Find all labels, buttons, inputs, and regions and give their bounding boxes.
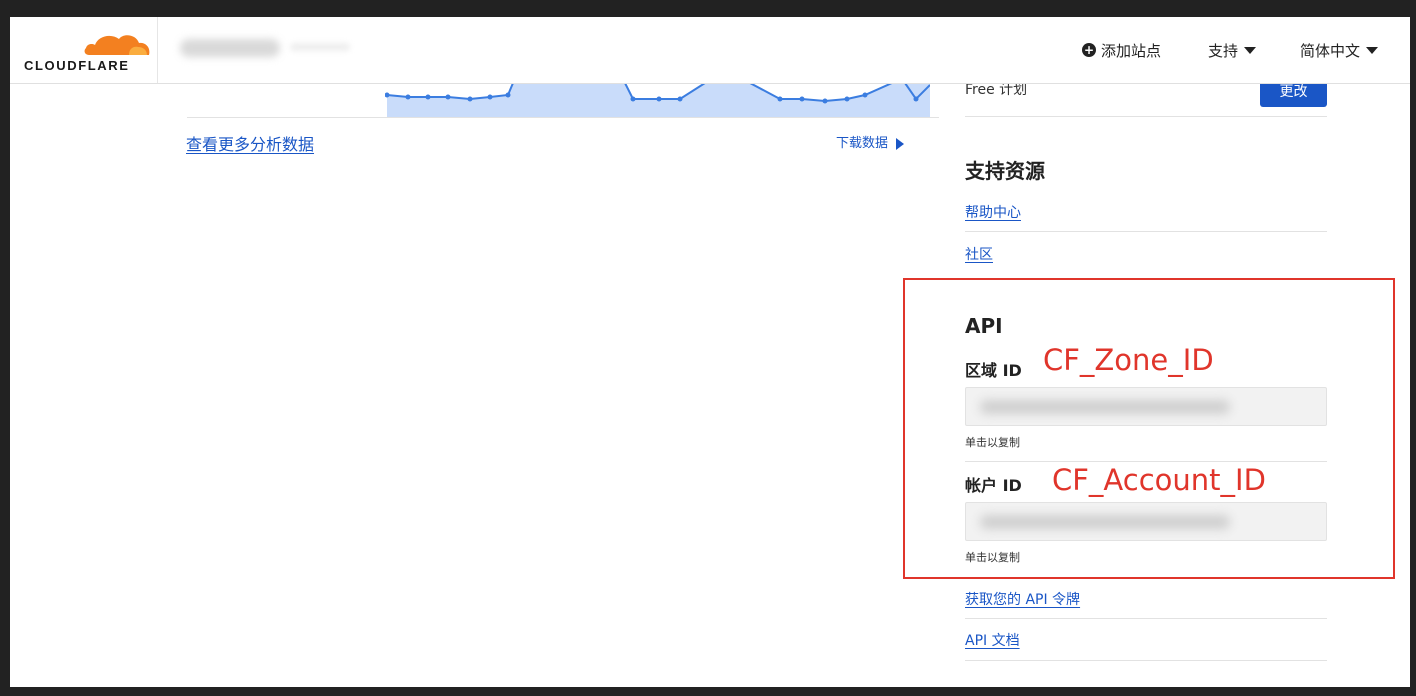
analytics-chart bbox=[385, 83, 930, 117]
caret-right-icon bbox=[896, 137, 905, 150]
chart-point bbox=[777, 96, 783, 102]
view-more-analytics-link[interactable]: 查看更多分析数据 bbox=[186, 131, 314, 155]
add-site-link[interactable]: + 添加站点 bbox=[1082, 17, 1161, 83]
community-link[interactable]: 社区 bbox=[965, 244, 993, 264]
chart-point bbox=[844, 96, 850, 102]
section-divider bbox=[187, 117, 939, 118]
chart-point bbox=[656, 96, 662, 102]
divider bbox=[965, 116, 1327, 117]
caret-down-icon bbox=[1366, 46, 1379, 54]
chart-point bbox=[799, 96, 805, 102]
site-subtitle-redacted bbox=[290, 43, 350, 51]
cloudflare-logo[interactable]: CLOUDFLARE bbox=[20, 25, 155, 75]
divider bbox=[965, 660, 1327, 661]
divider bbox=[965, 231, 1327, 232]
header-divider bbox=[157, 17, 158, 83]
download-data-link[interactable]: 下载数据 bbox=[836, 132, 905, 151]
language-label: 简体中文 bbox=[1300, 41, 1361, 60]
download-data-label: 下载数据 bbox=[836, 136, 889, 151]
cloud-logo-icon bbox=[84, 35, 150, 55]
api-docs-link[interactable]: API 文档 bbox=[965, 630, 1020, 650]
top-header: CLOUDFLARE + 添加站点 支持 简体中文 bbox=[10, 17, 1410, 84]
chart-point bbox=[913, 96, 919, 102]
help-center-link[interactable]: 帮助中心 bbox=[965, 202, 1021, 222]
chart-point bbox=[630, 96, 636, 102]
logo-wordmark: CLOUDFLARE bbox=[24, 58, 130, 73]
get-api-token-link[interactable]: 获取您的 API 令牌 bbox=[965, 589, 1080, 609]
chart-point bbox=[822, 98, 828, 104]
divider bbox=[965, 618, 1327, 619]
plus-circle-icon: + bbox=[1082, 43, 1096, 57]
chart-point bbox=[467, 96, 473, 102]
browser-viewport: CLOUDFLARE + 添加站点 支持 简体中文 查看更多分析数据 下载数据 … bbox=[10, 17, 1410, 687]
chart-point bbox=[505, 92, 511, 98]
chart-point bbox=[425, 94, 431, 100]
chart-point bbox=[862, 92, 868, 98]
chart-point bbox=[445, 94, 451, 100]
add-site-label: 添加站点 bbox=[1101, 41, 1162, 60]
language-menu[interactable]: 简体中文 bbox=[1300, 17, 1379, 83]
chart-point bbox=[487, 94, 493, 100]
caret-down-icon bbox=[1244, 46, 1257, 54]
site-name-redacted[interactable] bbox=[180, 39, 280, 57]
chart-point bbox=[677, 96, 683, 102]
chart-point bbox=[405, 94, 411, 100]
support-menu[interactable]: 支持 bbox=[1208, 17, 1257, 83]
highlight-box bbox=[903, 278, 1395, 579]
support-resources-heading: 支持资源 bbox=[965, 159, 1045, 183]
support-label: 支持 bbox=[1208, 41, 1239, 60]
